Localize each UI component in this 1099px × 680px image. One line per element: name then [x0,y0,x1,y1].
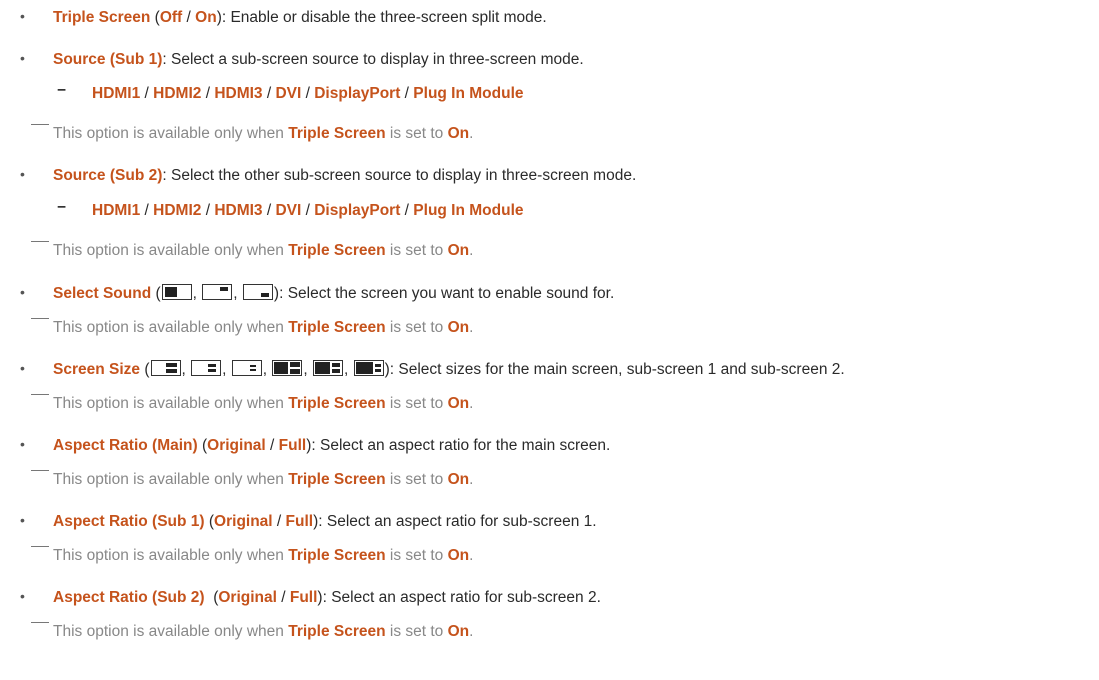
aspect-sub2-item: Aspect Ratio (Sub 2) (Original / Full): … [53,589,601,606]
note: This option is available only when Tripl… [31,241,473,261]
source-sub2-desc: : Select the other sub-screen source to … [162,167,637,184]
size-2-icon [191,360,222,376]
bullet: • [20,588,25,604]
screen-size-desc: : Select sizes for the main screen, sub-… [389,361,845,378]
source-sub2-item: Source (Sub 2): Select the other sub-scr… [53,166,636,186]
bullet: • [20,284,25,300]
sub-dash: − [57,199,67,216]
select-sound-label: Select Sound [53,285,152,302]
source-sub1-item: Source (Sub 1): Select a sub-screen sour… [53,50,584,70]
source-sub1-label: Source (Sub 1) [53,51,163,68]
aspect-main-desc: : Select an aspect ratio for the main sc… [311,437,611,454]
screen-size-label: Screen Size [53,361,141,378]
bullet: • [20,166,25,182]
bullet: • [20,436,25,452]
bullet: • [20,50,25,66]
screen-size-item: Screen Size (, , , , , ): Select sizes f… [53,360,845,378]
note: This option is available only when Tripl… [31,318,473,338]
sound-main-icon [161,284,192,300]
note: This option is available only when Tripl… [31,470,473,490]
note: This option is available only when Tripl… [31,546,473,566]
aspect-main-label: Aspect Ratio (Main) [53,437,198,454]
triple-screen-item: Triple Screen (Off / On): Enable or disa… [53,9,547,26]
sound-sub1-icon [202,284,233,300]
aspect-sub2-label: Aspect Ratio (Sub 2) [53,589,205,606]
source-sub2-label: Source (Sub 2) [53,167,163,184]
aspect-sub1-item: Aspect Ratio (Sub 1) (Original / Full): … [53,513,597,530]
size-4-icon [272,360,303,376]
source-list: HDMI1 / HDMI2 / HDMI3 / DVI / DisplayPor… [92,202,524,219]
size-1-icon [150,360,181,376]
size-3-icon [231,360,262,376]
sound-sub2-icon [242,284,273,300]
note: This option is available only when Tripl… [31,394,473,414]
aspect-sub2-desc: : Select an aspect ratio for sub-screen … [322,589,601,606]
bullet: • [20,8,25,24]
bullet: • [20,360,25,376]
select-sound-item: Select Sound (, , ): Select the screen y… [53,284,615,302]
size-6-icon [353,360,384,376]
bullet: • [20,512,25,528]
source-list: HDMI1 / HDMI2 / HDMI3 / DVI / DisplayPor… [92,85,524,102]
triple-screen-label: Triple Screen [53,9,151,26]
note: This option is available only when Tripl… [31,124,473,144]
aspect-sub1-desc: : Select an aspect ratio for sub-screen … [318,513,597,530]
note: This option is available only when Tripl… [31,622,473,642]
select-sound-desc: : Select the screen you want to enable s… [279,285,615,302]
option-off: Off [159,9,183,26]
aspect-main-item: Aspect Ratio (Main) (Original / Full): S… [53,437,611,454]
sub-dash: − [57,82,67,99]
source-sub1-desc: : Select a sub-screen source to display … [162,51,584,68]
option-on: On [195,9,217,26]
size-5-icon [313,360,343,376]
triple-screen-desc: : Enable or disable the three-screen spl… [221,9,547,26]
aspect-sub1-label: Aspect Ratio (Sub 1) [53,513,205,530]
